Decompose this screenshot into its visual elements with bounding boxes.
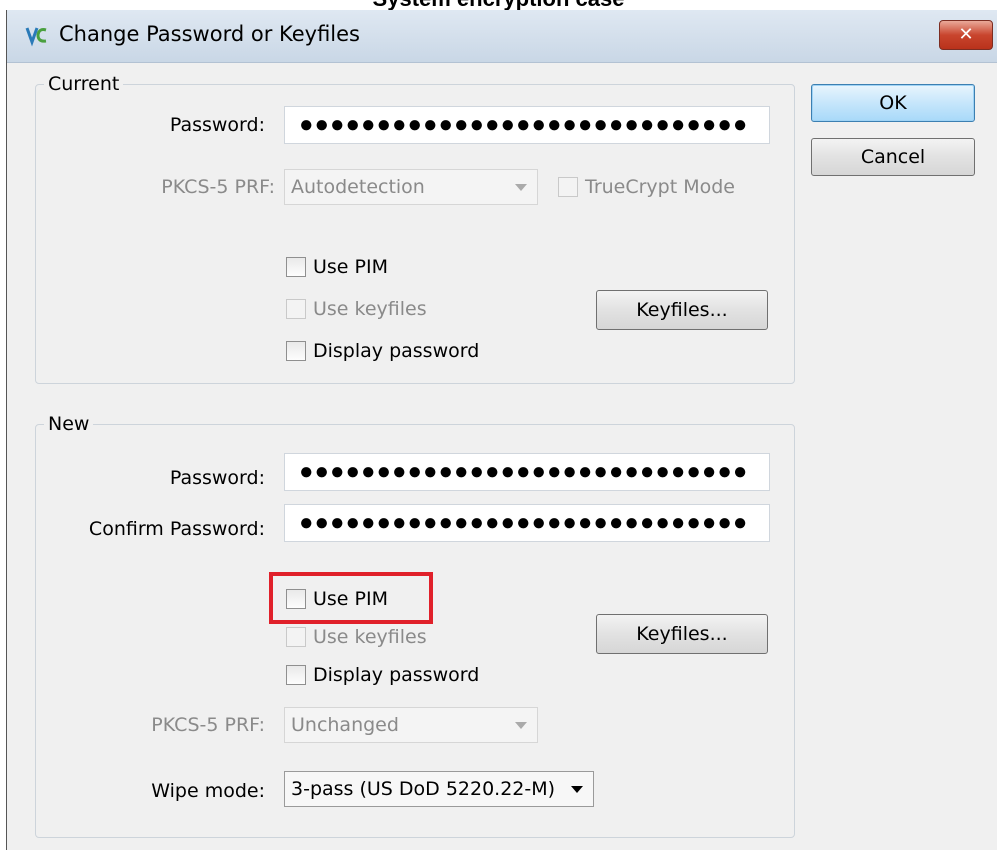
dialog-window: Change Password or Keyfiles ✕ OK Cancel …	[6, 10, 997, 850]
truecrypt-mode-label: TrueCrypt Mode	[585, 176, 735, 198]
wipe-mode-value: 3-pass (US DoD 5220.22-M)	[291, 778, 556, 800]
new-prf-select[interactable]: Unchanged	[284, 707, 538, 743]
confirm-password-label: Confirm Password:	[88, 518, 265, 540]
wipe-mode-label: Wipe mode:	[151, 780, 265, 802]
new-prf-value: Unchanged	[291, 714, 399, 736]
new-display-password-checkbox[interactable]	[286, 665, 306, 685]
new-prf-label: PKCS-5 PRF:	[151, 714, 265, 736]
current-group-title: Current	[44, 73, 124, 95]
veracrypt-logo-icon	[25, 27, 47, 47]
close-button[interactable]: ✕	[939, 20, 993, 50]
new-display-password-label: Display password	[313, 664, 480, 686]
new-password-label: Password:	[169, 467, 265, 489]
current-prf-value: Autodetection	[291, 176, 425, 198]
current-display-password-label: Display password	[313, 340, 480, 362]
confirm-password-input[interactable]: ●●●●●●●●●●●●●●●●●●●●●●●●●●●●●	[284, 504, 770, 542]
current-keyfiles-button[interactable]: Keyfiles...	[596, 290, 768, 330]
new-group-title: New	[44, 413, 94, 435]
new-password-input[interactable]: ●●●●●●●●●●●●●●●●●●●●●●●●●●●●●	[284, 453, 770, 491]
title-bar: Change Password or Keyfiles ✕	[7, 10, 997, 63]
current-prf-label: PKCS-5 PRF:	[161, 176, 275, 198]
current-use-keyfiles-label: Use keyfiles	[313, 298, 427, 320]
current-display-password-checkbox[interactable]	[286, 341, 306, 361]
current-password-label: Password:	[169, 114, 265, 136]
current-use-pim-label: Use PIM	[313, 256, 388, 278]
cancel-button[interactable]: Cancel	[811, 138, 975, 176]
new-use-keyfiles-checkbox[interactable]	[286, 627, 306, 647]
current-password-input[interactable]: ●●●●●●●●●●●●●●●●●●●●●●●●●●●●●	[284, 106, 770, 144]
new-use-keyfiles-label: Use keyfiles	[313, 626, 427, 648]
truecrypt-mode-checkbox[interactable]	[558, 177, 578, 197]
wipe-mode-select[interactable]: 3-pass (US DoD 5220.22-M)	[284, 771, 594, 807]
current-use-keyfiles-checkbox[interactable]	[286, 299, 306, 319]
chevron-down-icon	[515, 722, 527, 729]
highlight-box	[269, 572, 433, 624]
chevron-down-icon	[515, 184, 527, 191]
chevron-down-icon	[571, 786, 583, 793]
current-use-pim-checkbox[interactable]	[286, 257, 306, 277]
ok-button[interactable]: OK	[811, 84, 975, 122]
current-prf-select[interactable]: Autodetection	[284, 169, 538, 205]
window-title: Change Password or Keyfiles	[59, 22, 360, 46]
new-keyfiles-button[interactable]: Keyfiles...	[596, 614, 768, 654]
